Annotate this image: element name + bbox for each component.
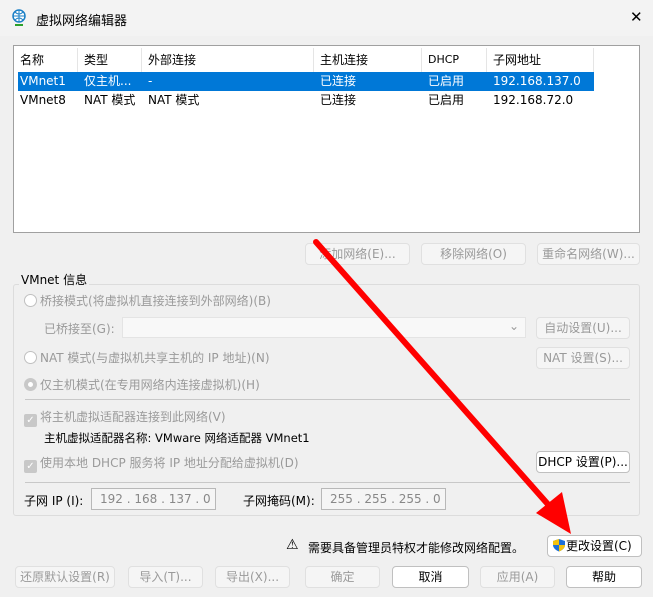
cancel-button[interactable]: 取消 [392, 566, 469, 588]
chevron-down-icon: ⌄ [508, 319, 519, 333]
network-table[interactable]: 名称 类型 外部连接 主机连接 DHCP 子网地址 VMnet1 仅主机... … [13, 45, 640, 233]
bridged-to-select[interactable]: ⌄ [122, 317, 526, 338]
help-button[interactable]: 帮助 [566, 566, 642, 588]
radio-icon [24, 294, 37, 307]
col-header-host[interactable]: 主机连接 [314, 48, 422, 72]
divider [25, 399, 630, 400]
uac-shield-icon [553, 539, 565, 552]
host-only-label: 仅主机模式(在专用网络内连接虚拟机)(H) [40, 378, 260, 392]
nat-label: NAT 模式(与虚拟机共享主机的 IP 地址)(N) [40, 351, 270, 365]
table-row[interactable]: VMnet8 NAT 模式 NAT 模式 已连接 已启用 192.168.72.… [18, 91, 594, 110]
checkmark-icon: ✓ [24, 414, 37, 427]
export-button[interactable]: 导出(X)... [215, 566, 290, 588]
divider [25, 482, 630, 483]
apply-button[interactable]: 应用(A) [480, 566, 555, 588]
subnet-ip-input[interactable]: 192 . 168 . 137 . 0 [91, 488, 216, 510]
rename-network-button[interactable]: 重命名网络(W)... [537, 243, 640, 265]
subnet-ip-label: 子网 IP (I): [24, 494, 84, 508]
nat-settings-button[interactable]: NAT 设置(S)... [536, 347, 630, 369]
cell-type: 仅主机... [84, 74, 132, 88]
admin-warning-text: 需要具备管理员特权才能修改网络配置。 [308, 541, 525, 555]
adapter-name: 主机虚拟适配器名称: VMware 网络适配器 VMnet1 [44, 431, 310, 445]
group-legend: VMnet 信息 [19, 271, 90, 288]
auto-settings-button[interactable]: 自动设置(U)... [536, 317, 630, 339]
close-button[interactable]: ✕ [630, 8, 643, 26]
col-header-dhcp[interactable]: DHCP [422, 48, 487, 72]
cell-external: NAT 模式 [148, 93, 200, 107]
bridged-radio[interactable]: 桥接模式(将虚拟机直接连接到外部网络)(B) [24, 292, 271, 309]
dhcp-settings-button[interactable]: DHCP 设置(P)... [536, 451, 630, 473]
cell-type: NAT 模式 [84, 93, 136, 107]
cell-dhcp: 已启用 [428, 74, 465, 88]
bridged-to-label: 已桥接至(G): [44, 322, 115, 336]
window-title: 虚拟网络编辑器 [36, 14, 128, 29]
connect-adapter-checkbox[interactable]: ✓ 将主机虚拟适配器连接到此网络(V) [24, 408, 226, 427]
use-dhcp-checkbox[interactable]: ✓ 使用本地 DHCP 服务将 IP 地址分配给虚拟机(D) [24, 454, 299, 473]
cell-dhcp: 已启用 [428, 93, 465, 107]
cell-host: 已连接 [320, 74, 357, 88]
change-settings-button[interactable]: 更改设置(C) [547, 535, 642, 557]
table-row[interactable]: VMnet1 仅主机... - 已连接 已启用 192.168.137.0 [18, 72, 594, 91]
radio-icon [24, 351, 37, 364]
col-header-subnet[interactable]: 子网地址 [487, 48, 594, 72]
network-globe-icon [12, 9, 26, 26]
ok-button[interactable]: 确定 [305, 566, 380, 588]
cell-external: - [148, 74, 153, 88]
connect-adapter-label: 将主机虚拟适配器连接到此网络(V) [40, 410, 226, 424]
checkmark-icon: ✓ [24, 460, 37, 473]
col-header-name[interactable]: 名称 [14, 48, 78, 72]
subnet-mask-input[interactable]: 255 . 255 . 255 . 0 [321, 488, 446, 510]
warning-icon: ⚠ [286, 537, 299, 553]
col-header-type[interactable]: 类型 [78, 48, 142, 72]
radio-selected-icon [24, 378, 37, 391]
bridged-label: 桥接模式(将虚拟机直接连接到外部网络)(B) [40, 294, 271, 308]
change-settings-label: 更改设置(C) [566, 539, 632, 553]
restore-defaults-button[interactable]: 还原默认设置(R) [15, 566, 115, 588]
col-header-external[interactable]: 外部连接 [142, 48, 314, 72]
use-dhcp-label: 使用本地 DHCP 服务将 IP 地址分配给虚拟机(D) [40, 456, 299, 470]
add-network-button[interactable]: 添加网络(E)... [305, 243, 410, 265]
nat-radio[interactable]: NAT 模式(与虚拟机共享主机的 IP 地址)(N) [24, 349, 270, 366]
host-only-radio[interactable]: 仅主机模式(在专用网络内连接虚拟机)(H) [24, 376, 260, 393]
cell-name: VMnet8 [20, 93, 66, 107]
subnet-mask-label: 子网掩码(M): [243, 494, 315, 508]
cell-name: VMnet1 [20, 74, 66, 88]
import-button[interactable]: 导入(T)... [128, 566, 203, 588]
cell-subnet: 192.168.72.0 [493, 93, 574, 107]
cell-host: 已连接 [320, 93, 357, 107]
remove-network-button[interactable]: 移除网络(O) [421, 243, 526, 265]
cell-subnet: 192.168.137.0 [493, 74, 581, 88]
